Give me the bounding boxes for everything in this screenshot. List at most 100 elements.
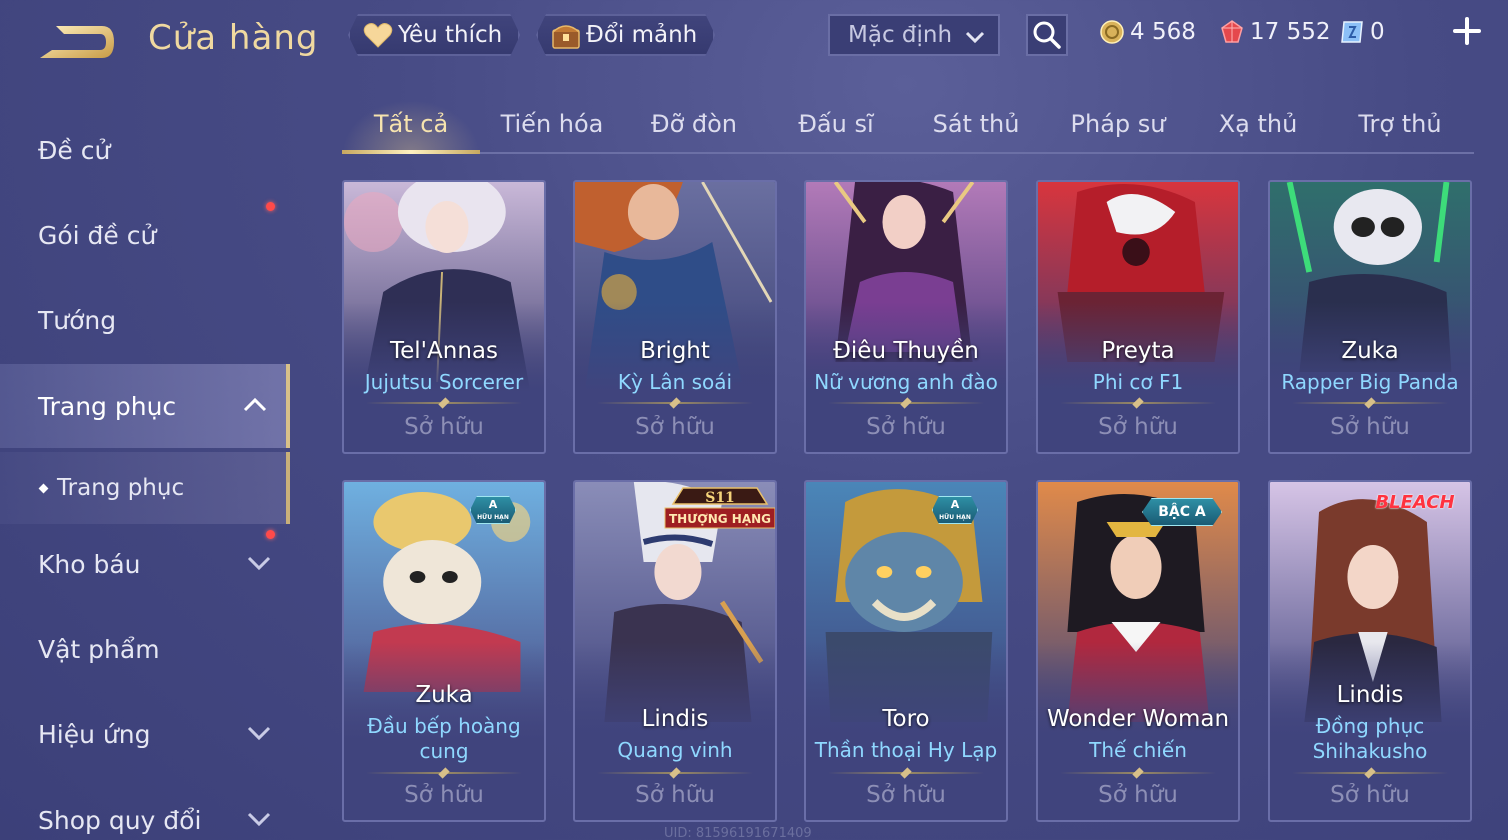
tab-all[interactable]: Tất cả [342, 110, 480, 138]
sidebar-item-skins[interactable]: Trang phục [0, 364, 290, 448]
sidebar-item-label: Shop quy đổi [38, 805, 202, 835]
search-button[interactable] [1026, 14, 1068, 56]
plus-icon[interactable] [1452, 16, 1482, 46]
sidebar-item-treasure[interactable]: Kho báu [0, 528, 290, 600]
owned-status: Sở hữu [1330, 782, 1410, 808]
card-divider [828, 397, 984, 409]
heart-icon [362, 20, 394, 50]
sidebar-item-heroes[interactable]: Tướng [0, 284, 290, 356]
skin-card[interactable]: A HỮU HẠN Toro Thần thoại Hy Lạp Sở hữu [804, 480, 1008, 822]
sidebar-item-recommended[interactable]: Đề cử [0, 114, 290, 186]
sidebar-item-label: Tướng [38, 305, 117, 335]
skin-card[interactable]: S11 THƯỢNG HẠNG Lindis Quang vinh Sở hữu [573, 480, 777, 822]
active-tab-indicator [342, 150, 480, 154]
page-title: Cửa hàng [148, 18, 319, 58]
card-divider [1060, 397, 1216, 409]
hero-name: Lindis [641, 706, 709, 732]
skin-card[interactable]: Preyta Phi cơ F1 Sở hữu [1036, 180, 1240, 454]
sidebar-item-label: Trang phục [57, 475, 185, 501]
sidebar-item-recommended-bundles[interactable]: Gói đề cử [0, 199, 290, 271]
diamond-bullet-icon [38, 483, 49, 493]
voucher-icon [1338, 18, 1366, 46]
tab-fighter[interactable]: Đấu sĩ [766, 110, 906, 138]
owned-status: Sở hữu [866, 414, 946, 440]
owned-status: Sở hữu [866, 782, 946, 808]
owned-status: Sở hữu [1098, 414, 1178, 440]
chevron-up-icon [243, 397, 267, 412]
skin-name: Rapper Big Panda [1281, 370, 1459, 394]
skin-name-line: cung [419, 739, 469, 763]
card-divider [366, 397, 522, 409]
chevron-down-icon [965, 31, 985, 44]
sidebar-item-label: Gói đề cử [38, 220, 157, 250]
hero-name: Điêu Thuyền [833, 338, 979, 364]
ruby-balance: 17 552 [1218, 16, 1330, 48]
chevron-down-icon [247, 556, 271, 571]
tab-evolution[interactable]: Tiến hóa [482, 110, 622, 138]
sidebar-item-label: Đề cử [38, 135, 111, 165]
search-icon [1033, 21, 1061, 49]
tab-tank[interactable]: Đỡ đòn [624, 110, 764, 138]
hero-name: Bright [640, 338, 710, 364]
skin-card[interactable]: Bright Kỳ Lân soái Sở hữu [573, 180, 777, 454]
skin-name: Quang vinh [617, 738, 733, 762]
skin-name-line: Shihakusho [1312, 739, 1428, 763]
skin-name: Đầu bếp hoàng cung [344, 714, 544, 764]
skin-name: Nữ vương anh đào [814, 370, 998, 394]
exchange-fragments-button[interactable]: Đổi mảnh [536, 14, 715, 56]
card-divider [597, 397, 753, 409]
treasure-chest-icon [550, 20, 582, 50]
sidebar-item-label: Kho báu [38, 549, 141, 579]
tab-support[interactable]: Trợ thủ [1330, 110, 1470, 138]
skin-card[interactable]: BLEACH Lindis Đồng phục Shihakusho Sở hữu [1268, 480, 1472, 822]
ruby-icon [1218, 18, 1246, 46]
skin-name: Đồng phục Shihakusho [1270, 714, 1470, 764]
tab-marksman[interactable]: Xạ thủ [1188, 110, 1328, 138]
hero-name: Zuka [415, 682, 473, 708]
hero-name: Preyta [1101, 338, 1175, 364]
svg-text:S11: S11 [705, 490, 735, 506]
chevron-down-icon [247, 812, 271, 827]
tab-mage[interactable]: Pháp sư [1048, 110, 1188, 138]
back-arrow-icon[interactable] [38, 22, 116, 62]
skin-name: Kỳ Lân soái [617, 370, 733, 394]
card-divider [828, 767, 984, 779]
sidebar-item-label: Vật phẩm [38, 634, 160, 664]
skin-name-line: Đồng phục [1315, 714, 1425, 738]
voucher-balance: 0 [1338, 16, 1385, 48]
owned-status: Sở hữu [635, 414, 715, 440]
skin-name: Thế chiến [1089, 738, 1187, 762]
bleach-collab-logo: BLEACH [1375, 492, 1455, 513]
owned-status: Sở hữu [404, 782, 484, 808]
skin-name: Phi cơ F1 [1092, 370, 1184, 394]
gold-coin-value: 4 568 [1130, 19, 1196, 45]
tab-assassin[interactable]: Sát thủ [906, 110, 1046, 138]
skin-card[interactable]: Tel'Annas Jujutsu Sorcerer Sở hữu [342, 180, 546, 454]
skin-card[interactable]: Điêu Thuyền Nữ vương anh đào Sở hữu [804, 180, 1008, 454]
skin-name: Thần thoại Hy Lạp [814, 738, 998, 762]
sidebar-subitem-skins[interactable]: Trang phục [0, 452, 290, 524]
sidebar-item-exchange-shop[interactable]: Shop quy đổi [0, 784, 290, 840]
tier-a-limited-badge: A HỮU HẠN [470, 496, 516, 524]
skin-card[interactable]: A HỮU HẠN Zuka Đầu bếp hoàng cung Sở hữu [342, 480, 546, 822]
card-divider [1292, 397, 1448, 409]
sidebar-item-effects[interactable]: Hiệu ứng [0, 698, 290, 770]
owned-status: Sở hữu [1330, 414, 1410, 440]
sort-dropdown[interactable]: Mặc định [828, 14, 1000, 56]
hero-name: Toro [882, 706, 930, 732]
skin-card[interactable]: Zuka Rapper Big Panda Sở hữu [1268, 180, 1472, 454]
ruby-value: 17 552 [1250, 19, 1331, 45]
sidebar-item-items[interactable]: Vật phẩm [0, 613, 290, 685]
chevron-down-icon [247, 726, 271, 741]
favorites-button[interactable]: Yêu thích [348, 14, 520, 56]
sidebar-item-label: Trang phục [38, 391, 177, 421]
skin-card[interactable]: BẬC A Wonder Woman Thế chiến Sở hữu [1036, 480, 1240, 822]
season-s11-premium-badge: S11 THƯỢNG HẠNG [664, 487, 775, 529]
card-divider [1292, 767, 1448, 779]
owned-status: Sở hữu [1098, 782, 1178, 808]
user-id-label: UID: 81596191671409 [664, 826, 812, 840]
sidebar-item-label: Hiệu ứng [38, 719, 151, 749]
notification-dot [266, 202, 275, 211]
card-divider [597, 767, 753, 779]
tier-a-limited-badge: A HỮU HẠN [932, 496, 978, 524]
